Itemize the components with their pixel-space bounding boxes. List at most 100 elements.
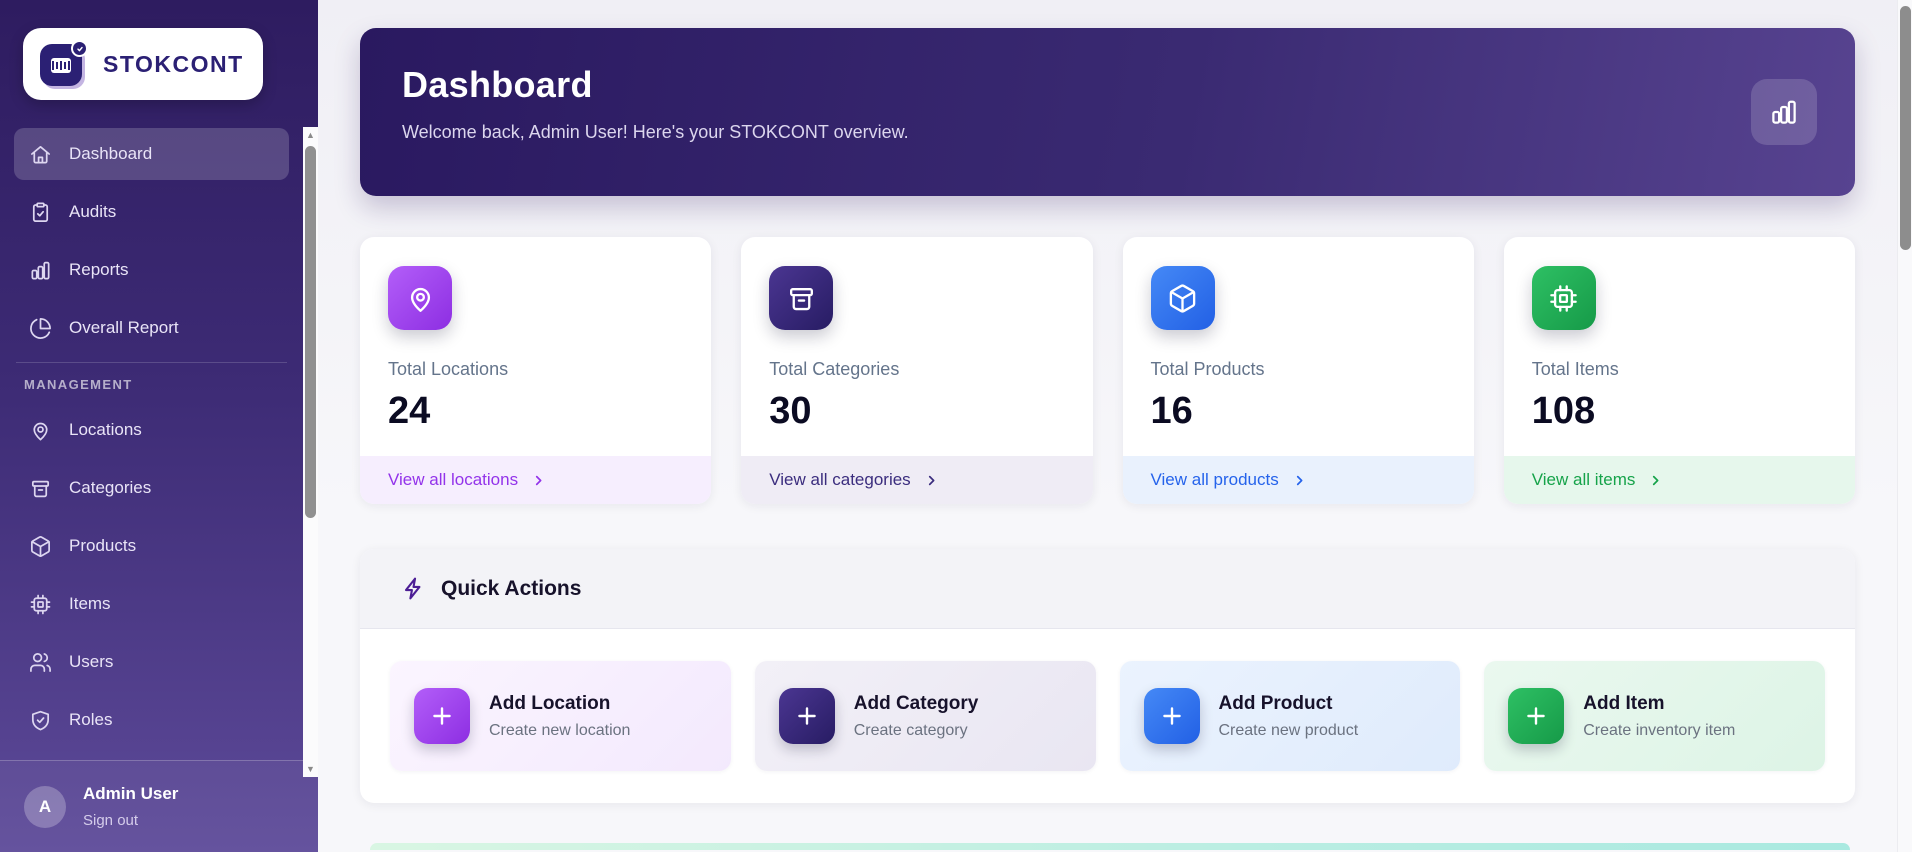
add-location-button[interactable]: Add Location Create new location xyxy=(390,661,731,771)
chevron-right-icon xyxy=(928,475,935,485)
map-pin-icon xyxy=(33,422,48,440)
sidebar-scrollbar-thumb[interactable] xyxy=(305,146,316,518)
view-all-items-link[interactable]: View all items xyxy=(1503,456,1855,504)
stat-card-products: Total Products 16 View all products xyxy=(1122,237,1474,504)
action-title: Add Item xyxy=(1583,692,1665,714)
bar-chart-icon xyxy=(31,261,50,280)
sign-out-link[interactable]: Sign out xyxy=(83,812,178,829)
map-pin-icon xyxy=(388,266,452,330)
chevron-right-icon xyxy=(1653,475,1659,485)
main-content: Dashboard Welcome back, Admin User! Here… xyxy=(318,0,1912,852)
sidebar-item-label: Dashboard xyxy=(69,144,153,163)
add-item-button[interactable]: Add Item Create inventory item xyxy=(1484,661,1825,771)
stat-label: Total Categories xyxy=(769,359,900,379)
sidebar-item-users[interactable]: Users xyxy=(14,636,289,688)
sidebar-scrollbar[interactable]: ▲ ▼ xyxy=(303,127,318,777)
sidebar-item-overall-report[interactable]: Overall Report xyxy=(14,302,289,354)
lightning-icon xyxy=(404,577,421,600)
sidebar-item-locations[interactable]: Locations xyxy=(14,404,289,456)
action-title: Add Product xyxy=(1218,692,1333,714)
stat-card-categories: Total Categories 30 View all categories xyxy=(741,237,1093,504)
management-section-label: MANAGEMENT xyxy=(24,377,133,392)
sidebar-item-label: Items xyxy=(69,594,111,613)
stat-value: 30 xyxy=(769,390,812,432)
sidebar-item-label: Products xyxy=(69,536,137,555)
stat-value: 16 xyxy=(1150,390,1193,432)
quick-actions-header: Quick Actions xyxy=(360,549,1855,629)
stats-row: Total Locations 24 View all locations To… xyxy=(360,237,1855,504)
page-title: Dashboard xyxy=(402,64,593,105)
stat-card-locations: Total Locations 24 View all locations xyxy=(360,237,712,504)
sidebar-item-label: Overall Report xyxy=(69,318,179,337)
cpu-icon xyxy=(1531,266,1596,330)
action-subtitle: Create new product xyxy=(1218,721,1359,739)
action-subtitle: Create category xyxy=(853,721,968,739)
stat-label: Total Locations xyxy=(388,359,509,379)
archive-icon xyxy=(769,266,834,330)
welcome-subtitle: Welcome back, Admin User! Here's your ST… xyxy=(402,122,909,142)
action-subtitle: Create new location xyxy=(489,721,631,739)
sidebar-divider xyxy=(16,362,287,363)
sidebar-item-roles[interactable]: Roles xyxy=(14,694,289,746)
action-title: Add Category xyxy=(853,692,979,714)
pie-chart-icon xyxy=(30,317,51,339)
scroll-down-arrow[interactable]: ▼ xyxy=(303,761,318,777)
sidebar-item-label: Users xyxy=(69,652,114,671)
plus-icon xyxy=(778,688,835,744)
action-title: Add Location xyxy=(489,692,611,714)
link-label: View all items xyxy=(1531,470,1636,489)
sidebar-item-dashboard[interactable]: Dashboard xyxy=(14,128,289,180)
dashboard-banner: Dashboard Welcome back, Admin User! Here… xyxy=(360,28,1855,196)
quick-actions-title: Quick Actions xyxy=(441,576,582,600)
link-label: View all categories xyxy=(769,470,911,489)
cpu-icon xyxy=(30,594,51,614)
bar-chart-icon xyxy=(1772,100,1796,124)
link-label: View all products xyxy=(1150,470,1279,489)
quick-actions-panel: Quick Actions Add Location Create new lo… xyxy=(360,549,1855,803)
user-footer: A Admin User Sign out xyxy=(0,760,318,852)
next-section-top-edge xyxy=(370,843,1850,850)
chevron-right-icon xyxy=(1296,475,1303,485)
plus-icon xyxy=(1508,688,1565,744)
view-all-products-link[interactable]: View all products xyxy=(1122,456,1474,504)
stat-label: Total Products xyxy=(1150,359,1265,379)
sidebar-item-reports[interactable]: Reports xyxy=(14,244,289,296)
sidebar-item-label: Roles xyxy=(69,710,113,729)
add-product-button[interactable]: Add Product Create new product xyxy=(1119,661,1461,771)
view-all-categories-link[interactable]: View all categories xyxy=(741,456,1093,504)
sidebar-item-label: Locations xyxy=(69,420,142,439)
stat-value: 108 xyxy=(1531,390,1596,432)
plus-icon xyxy=(1143,688,1200,744)
sidebar: STOKCONT Dashboard Audits Reports Overal… xyxy=(0,0,318,852)
sidebar-item-categories[interactable]: Categories xyxy=(14,462,289,514)
sidebar-item-items[interactable]: Items xyxy=(14,578,289,630)
chevron-right-icon xyxy=(535,475,542,485)
banner-chart-chip xyxy=(1751,79,1817,145)
sidebar-item-label: Reports xyxy=(69,260,129,279)
link-label: View all locations xyxy=(388,470,519,489)
stokcont-logo-icon xyxy=(40,40,88,88)
sidebar-item-label: Audits xyxy=(69,202,117,221)
app-title: STOKCONT xyxy=(103,50,244,77)
clipboard-check-icon xyxy=(32,202,49,222)
page-scrollbar-thumb[interactable] xyxy=(1900,6,1911,250)
sidebar-item-products[interactable]: Products xyxy=(14,520,289,572)
archive-icon xyxy=(31,480,50,497)
cube-icon xyxy=(31,535,50,557)
stat-value: 24 xyxy=(388,390,431,432)
sidebar-item-audits[interactable]: Audits xyxy=(14,186,289,238)
sidebar-nav: Dashboard Audits Reports Overall Report … xyxy=(0,128,303,752)
user-name: Admin User xyxy=(83,784,179,803)
quick-actions-body: Add Location Create new location Add Cat… xyxy=(360,629,1855,803)
avatar: A xyxy=(24,785,66,828)
scroll-up-arrow[interactable]: ▲ xyxy=(303,127,318,143)
page-scrollbar[interactable] xyxy=(1897,0,1912,852)
stat-label: Total Items xyxy=(1531,359,1619,379)
view-all-locations-link[interactable]: View all locations xyxy=(360,456,712,504)
cube-icon xyxy=(1150,266,1215,330)
add-category-button[interactable]: Add Category Create category xyxy=(754,661,1096,771)
home-icon xyxy=(31,145,50,164)
users-icon xyxy=(30,652,51,672)
shield-check-icon xyxy=(31,710,50,730)
app-logo[interactable]: STOKCONT xyxy=(23,28,263,100)
